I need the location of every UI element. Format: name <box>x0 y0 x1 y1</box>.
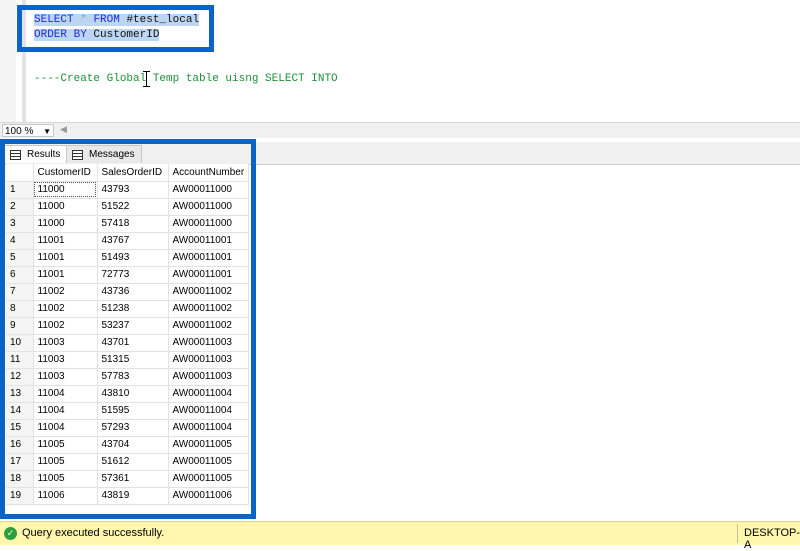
zoom-bar: 100 % ▼ ◀ <box>0 122 800 139</box>
text-cursor-icon <box>143 71 150 87</box>
status-divider <box>737 524 738 543</box>
server-name: DESKTOP-A <box>744 527 800 551</box>
code-comment[interactable]: ----Create Global Temp table uisng SELEC… <box>34 72 338 86</box>
query-highlight-box <box>17 5 214 52</box>
editor-gutter <box>0 0 16 122</box>
check-circle-icon: ✓ <box>4 527 17 540</box>
zoom-dropdown[interactable]: 100 % ▼ <box>2 124 54 137</box>
status-bar: ✓ Query executed successfully. DESKTOP-A <box>0 521 800 551</box>
status-message: Query executed successfully. <box>22 527 165 539</box>
scroll-left-icon[interactable]: ◀ <box>60 124 67 135</box>
results-highlight-box <box>0 139 256 519</box>
chevron-down-icon: ▼ <box>43 127 51 136</box>
zoom-value: 100 % <box>5 126 34 137</box>
